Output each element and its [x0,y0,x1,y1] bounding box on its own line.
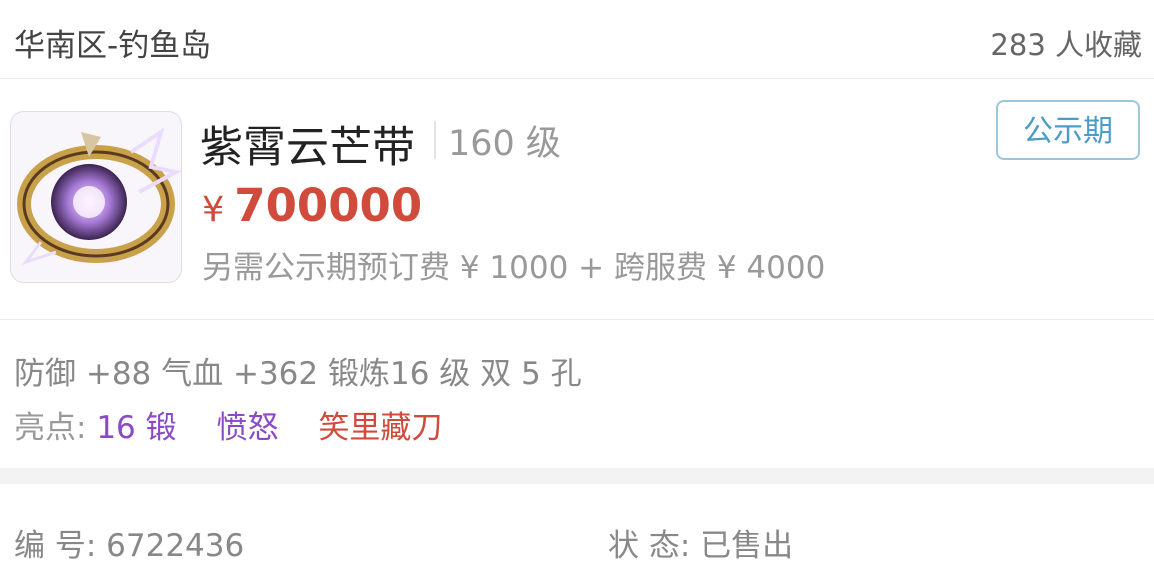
highlights: 亮点: 16 锻 愤怒 笑里藏刀 [14,402,442,447]
section-separator [0,468,1154,484]
price: ¥700000 [202,179,422,232]
item-name: 紫霄云芒带 [200,123,415,173]
purple-belt-icon [10,111,182,283]
highlight-tag: 愤怒 [216,410,279,446]
header-bar: 华南区-钓鱼岛 283 人收藏 [0,0,1154,79]
price-value: 700000 [234,179,423,232]
item-card[interactable]: 紫霄云芒带 160 级 公示期 ¥700000 另需公示期预订费 ¥ 1000 … [0,79,1154,320]
name-divider [434,121,436,159]
item-level: 160 级 [448,124,561,164]
currency-symbol: ¥ [202,190,225,230]
favorite-count[interactable]: 283 人收藏 [990,22,1142,64]
item-id: 编 号: 6722436 [14,528,245,564]
sale-status: 状 态: 已售出 [608,528,794,564]
server-name: 华南区-钓鱼岛 [14,28,212,64]
highlight-tag: 16 锻 [96,410,177,446]
item-attributes: 防御 +88 气血 +362 锻炼16 级 双 5 孔 [14,356,582,392]
highlight-tag: 笑里藏刀 [318,410,443,446]
highlights-label: 亮点: [14,410,87,446]
extra-fees: 另需公示期预订费 ¥ 1000 + 跨服费 ¥ 4000 [202,250,826,286]
status-badge: 公示期 [996,100,1140,160]
